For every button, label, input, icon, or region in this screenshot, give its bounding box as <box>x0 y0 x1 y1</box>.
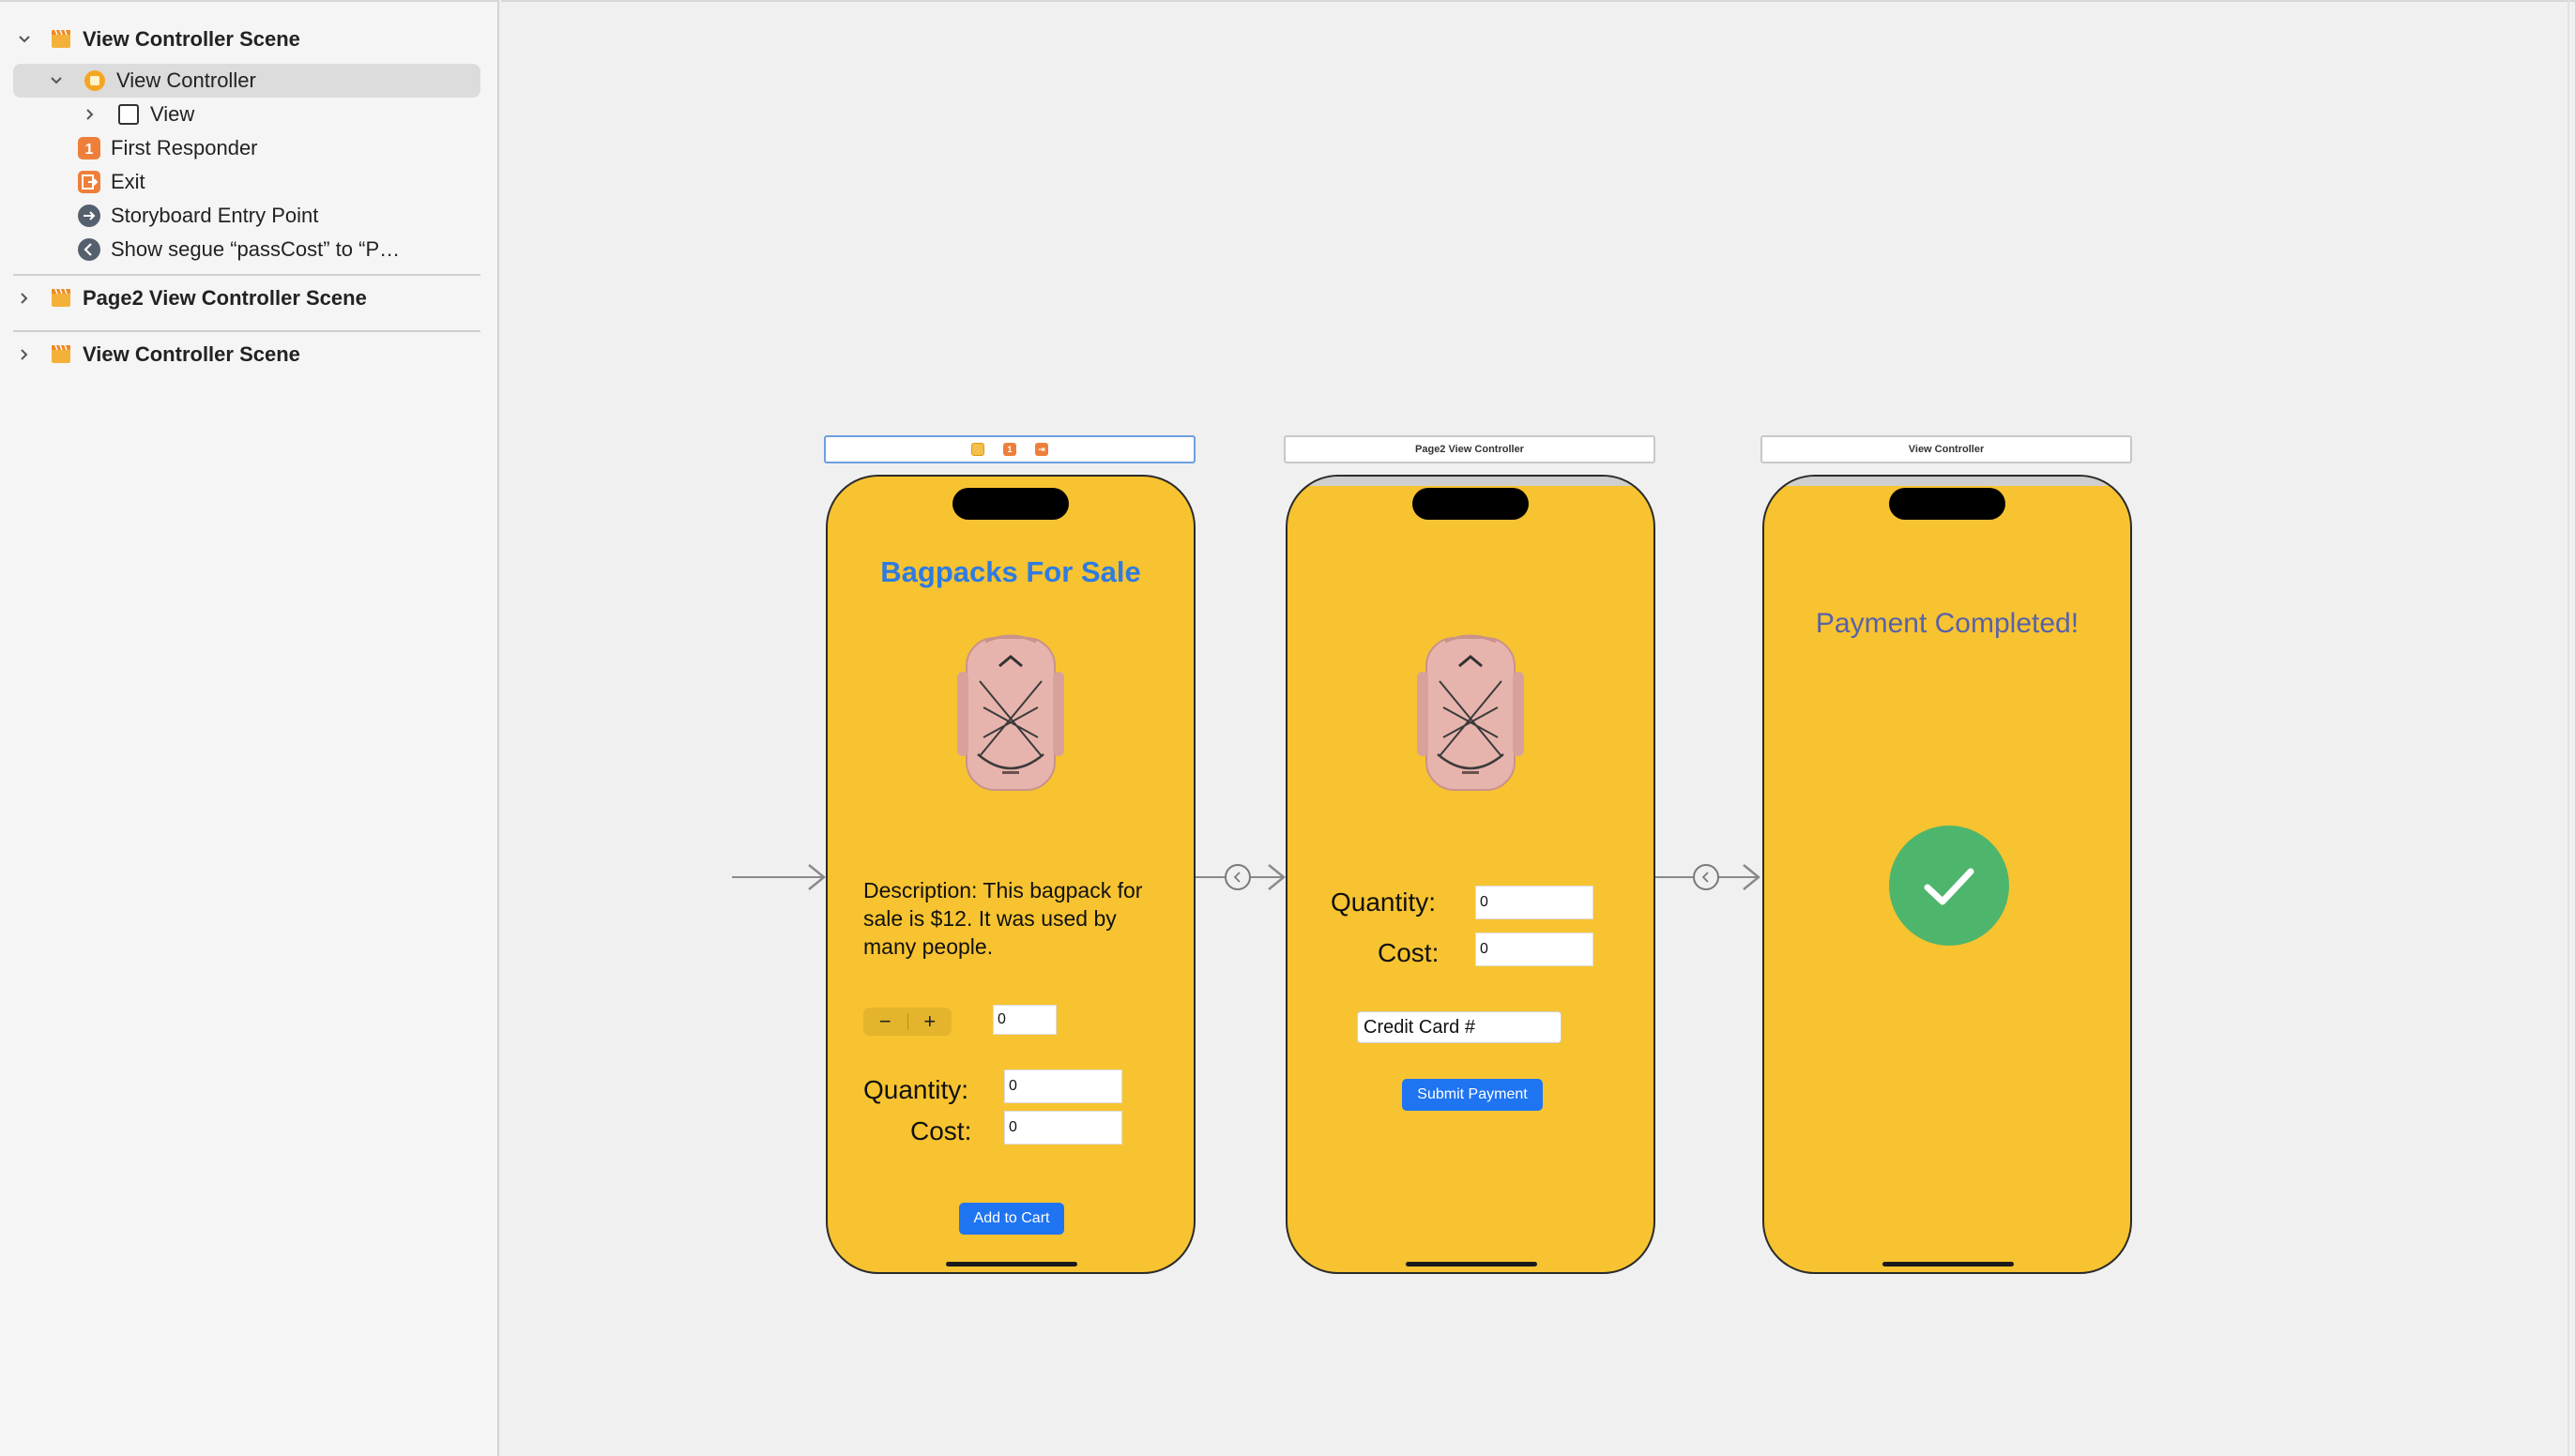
quantity-field[interactable]: 0 <box>1004 1069 1122 1103</box>
view-controller-icon[interactable] <box>971 443 984 456</box>
document-outline: View Controller Scene View Controller Vi… <box>0 0 499 1456</box>
outline-item-exit[interactable]: Exit <box>13 165 480 199</box>
divider <box>13 274 480 276</box>
scene-dock-title: Page2 View Controller <box>1415 444 1524 455</box>
phone-screen-bagpacks[interactable]: Bagpacks For Sale Description: This bagp… <box>826 475 1196 1274</box>
segue-icon <box>77 237 101 262</box>
dynamic-island <box>1889 488 2005 520</box>
outline-item-view[interactable]: View <box>13 98 480 131</box>
outline-scene-page2-view-controller[interactable]: Page2 View Controller Scene <box>13 281 482 315</box>
submit-payment-button[interactable]: Submit Payment <box>1402 1079 1543 1111</box>
outline-item-view-controller[interactable]: View Controller <box>13 64 480 98</box>
stepper-value-field[interactable]: 0 <box>993 1005 1057 1035</box>
stepper-minus-button[interactable]: − <box>863 1009 907 1034</box>
scene-icon <box>49 342 73 367</box>
credit-card-field[interactable]: Credit Card # <box>1357 1011 1562 1043</box>
outline-label: Show segue “passCost” to “P… <box>111 237 401 261</box>
home-indicator <box>1406 1262 1537 1266</box>
exit-icon[interactable]: ⇥ <box>1035 443 1048 456</box>
status-bar <box>1288 477 1653 486</box>
scrollbar[interactable] <box>2567 0 2569 1456</box>
view-controller-icon <box>83 68 107 93</box>
chevron-down-icon[interactable] <box>13 23 36 56</box>
page-title: Bagpacks For Sale <box>880 555 1141 588</box>
divider <box>501 0 2575 2</box>
chevron-down-icon[interactable] <box>45 64 68 98</box>
home-indicator <box>1882 1262 2014 1266</box>
storyboard-canvas[interactable]: 1 ⇥ Page2 View Controller View Controlle… <box>501 0 2575 1456</box>
scene-icon <box>49 286 73 311</box>
outline-label: Exit <box>111 170 145 193</box>
add-to-cart-button[interactable]: Add to Cart <box>959 1203 1064 1235</box>
outline-label: View Controller Scene <box>83 27 300 51</box>
exit-icon <box>77 170 101 194</box>
phone-screen-page2[interactable]: Quantity: 0 Cost: 0 Credit Card # Submit… <box>1286 475 1655 1274</box>
outline-item-first-responder[interactable]: 1 First Responder <box>13 131 480 165</box>
view-icon <box>116 102 141 127</box>
outline-item-segue[interactable]: Show segue “passCost” to “P… <box>13 233 480 266</box>
quantity-stepper[interactable]: − + <box>863 1008 952 1036</box>
scene-icon <box>49 27 73 52</box>
chevron-right-icon[interactable] <box>13 338 36 372</box>
stepper-plus-button[interactable]: + <box>908 1009 952 1034</box>
scene-dock-view-controller-1[interactable]: 1 ⇥ <box>824 435 1196 463</box>
svg-text:1: 1 <box>85 142 94 158</box>
home-indicator <box>946 1262 1077 1266</box>
scene-dock-page2-view-controller[interactable]: Page2 View Controller <box>1284 435 1655 463</box>
quantity-label: Quantity: <box>863 1075 969 1104</box>
description-label: Description: This bagpack for sale is $1… <box>863 878 1143 959</box>
phone-screen-payment-completed[interactable]: Payment Completed! <box>1762 475 2132 1274</box>
payment-completed-label: Payment Completed! <box>1815 608 2080 639</box>
outline-label: First Responder <box>111 136 258 159</box>
outline-label: View Controller Scene <box>83 342 300 366</box>
status-bar <box>1764 477 2130 486</box>
first-responder-icon: 1 <box>77 136 101 160</box>
segue-icon[interactable] <box>1225 864 1251 890</box>
quantity-label: Quantity: <box>1331 887 1437 917</box>
outline-scene-view-controller-2[interactable]: View Controller Scene <box>13 338 482 372</box>
cost-field[interactable]: 0 <box>1004 1111 1122 1145</box>
outline-label: View Controller <box>116 68 256 92</box>
dynamic-island <box>952 488 1069 520</box>
chevron-right-icon[interactable] <box>13 281 36 315</box>
first-responder-icon[interactable]: 1 <box>1003 443 1016 456</box>
outline-item-entry-point[interactable]: Storyboard Entry Point <box>13 199 480 233</box>
backpack-image <box>957 634 1064 791</box>
arrowhead-icon <box>808 864 826 890</box>
outline-label: Storyboard Entry Point <box>111 204 319 227</box>
arrowhead-icon <box>1268 864 1286 890</box>
arrowhead-icon <box>1743 864 1760 890</box>
cost-field[interactable]: 0 <box>1475 933 1593 966</box>
divider <box>13 330 480 332</box>
scene-dock-title: View Controller <box>1908 444 1985 455</box>
chevron-right-icon[interactable] <box>79 98 101 131</box>
outline-label: Page2 View Controller Scene <box>83 286 367 310</box>
scene-dock-view-controller-2[interactable]: View Controller <box>1760 435 2132 463</box>
cost-label: Cost: <box>910 1116 972 1145</box>
segue-icon[interactable] <box>1693 864 1719 890</box>
divider <box>0 0 499 2</box>
backpack-image <box>1417 634 1524 791</box>
entry-point-icon <box>77 204 101 228</box>
outline-scene-view-controller-1[interactable]: View Controller Scene <box>13 23 482 56</box>
cost-label: Cost: <box>1378 938 1440 967</box>
checkmark-icon <box>1889 826 2009 946</box>
outline-label: View <box>150 102 195 126</box>
quantity-field[interactable]: 0 <box>1475 886 1593 919</box>
dynamic-island <box>1412 488 1529 520</box>
